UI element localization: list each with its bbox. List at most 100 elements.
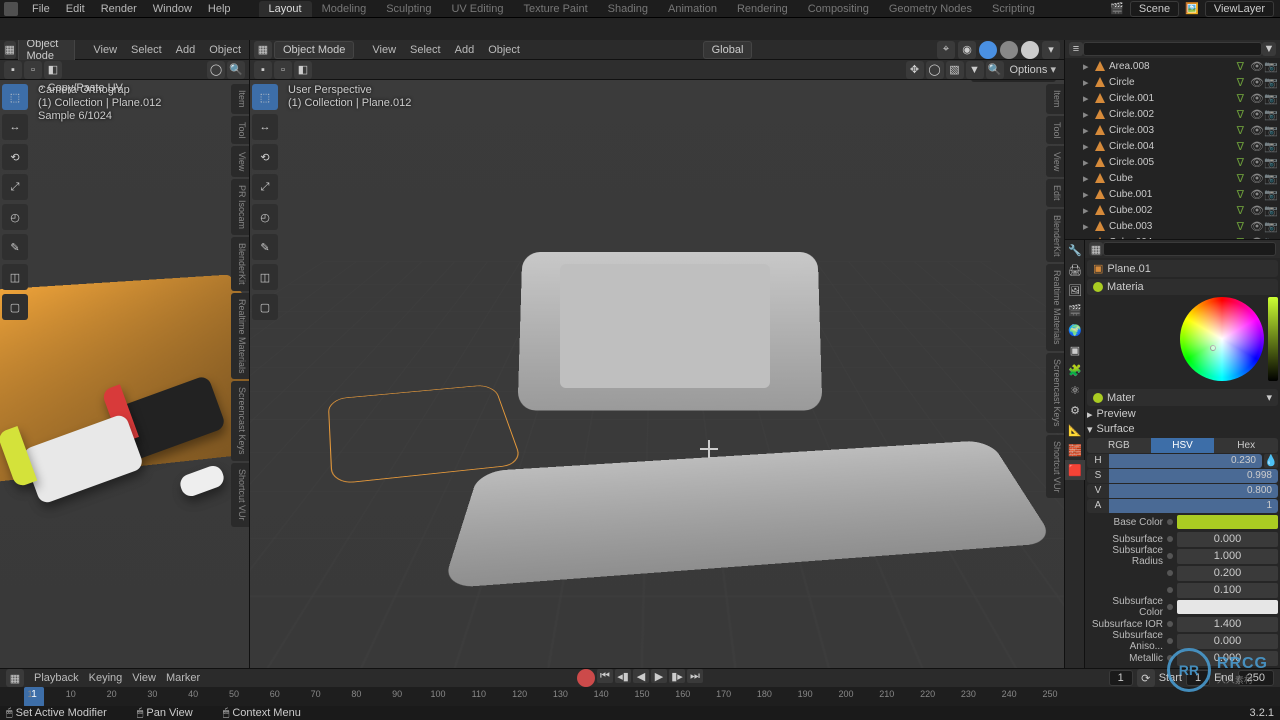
tool-button-7[interactable]: ▢ [252, 294, 278, 320]
overlay-btn[interactable]: ◯ [207, 61, 225, 79]
menu-file[interactable]: File [24, 3, 58, 15]
eye-icon[interactable]: 👁 [1250, 140, 1262, 152]
properties-tab-0[interactable]: 🔧 [1065, 240, 1085, 260]
shading-render-icon[interactable] [1021, 41, 1039, 59]
eye-icon[interactable]: 👁 [1250, 204, 1262, 216]
search-icon[interactable]: 🔍 [986, 61, 1004, 79]
camera-icon[interactable]: 📷 [1264, 92, 1276, 104]
orientation-select[interactable]: Global [703, 41, 753, 59]
options-dropdown[interactable]: Options ▾ [1006, 63, 1061, 76]
prop-row[interactable]: 0.200 [1087, 565, 1278, 581]
color-tab-hsv[interactable]: HSV [1151, 438, 1215, 453]
object-name-chip[interactable]: ▣ Plane.01 [1087, 260, 1278, 277]
n-tab-tool[interactable]: Tool [231, 116, 249, 145]
colorwheel-cursor[interactable] [1210, 345, 1216, 351]
workspace-tab-rendering[interactable]: Rendering [727, 1, 798, 17]
outliner-item[interactable]: ▸Circle.005∇👁📷 [1065, 154, 1280, 170]
n-tab-realtime-materials[interactable]: Realtime Materials [231, 293, 249, 380]
properties-tab-5[interactable]: ▣ [1065, 340, 1085, 360]
workspace-tab-compositing[interactable]: Compositing [798, 1, 879, 17]
timeline-menu-playback[interactable]: Playback [30, 672, 83, 684]
tool-button-5[interactable]: ✎ [2, 234, 28, 260]
camera-icon[interactable]: 📷 [1264, 140, 1276, 152]
surface-section[interactable]: Surface [1097, 423, 1135, 436]
outliner-item[interactable]: ▸Circle.004∇👁📷 [1065, 138, 1280, 154]
prop-row[interactable]: Base Color [1087, 514, 1278, 530]
prop-row[interactable]: Metallic0.000 [1087, 650, 1278, 666]
preview-section[interactable]: Preview [1097, 408, 1136, 421]
shading-dropdown-icon[interactable]: ▾ [1042, 41, 1060, 59]
timeline-ruler[interactable]: 1 11020304050607080901001101201301401501… [0, 687, 1280, 707]
menu-window[interactable]: Window [145, 3, 200, 15]
tool-button-7[interactable]: ▢ [2, 294, 28, 320]
color-tab-hex[interactable]: Hex [1214, 438, 1278, 453]
outliner-item[interactable]: ▸Cube∇👁📷 [1065, 170, 1280, 186]
editor-type-icon[interactable]: ▦ [254, 41, 272, 59]
xray-icon[interactable]: ▧ [946, 61, 964, 79]
play-reverse-button[interactable]: ◀ [633, 669, 649, 683]
tool-button-5[interactable]: ✎ [252, 234, 278, 260]
outliner-editor-icon[interactable]: ≡ [1069, 42, 1083, 56]
sel-mode-2[interactable]: ▫ [24, 61, 42, 79]
play-button[interactable]: ▶ [651, 669, 667, 683]
workspace-tab-shading[interactable]: Shading [598, 1, 658, 17]
frame-lock-icon[interactable]: ⟳ [1137, 669, 1155, 687]
tool-button-1[interactable]: ↔ [2, 114, 28, 140]
properties-tab-11[interactable]: 🟥 [1065, 460, 1085, 480]
workspace-tab-texture-paint[interactable]: Texture Paint [513, 1, 597, 17]
n-tab-tool[interactable]: Tool [1046, 116, 1064, 145]
n-tab-blenderkit[interactable]: BlenderKit [1046, 209, 1064, 263]
n-tab-view[interactable]: View [1046, 146, 1064, 177]
filter-icon[interactable]: ▼ [966, 61, 984, 79]
n-tab-item[interactable]: Item [231, 84, 249, 114]
n-tab-view[interactable]: View [231, 146, 249, 177]
outliner-item[interactable]: ▸Cube.003∇👁📷 [1065, 218, 1280, 234]
tool-button-6[interactable]: ◫ [252, 264, 278, 290]
eye-icon[interactable]: 👁 [1250, 92, 1262, 104]
eye-icon[interactable]: 👁 [1250, 172, 1262, 184]
outliner-item[interactable]: ▸Circle.002∇👁📷 [1065, 106, 1280, 122]
sel-mode-1[interactable]: ▪ [254, 61, 272, 79]
viewport-menu-object[interactable]: Object [205, 44, 245, 56]
timeline-menu-view[interactable]: View [128, 672, 160, 684]
viewport-center[interactable]: ▦ Object Mode ViewSelectAddObject Global… [250, 40, 1065, 668]
props-search[interactable] [1103, 242, 1276, 256]
autokey-button[interactable] [577, 669, 595, 687]
workspace-tab-modeling[interactable]: Modeling [312, 1, 377, 17]
eye-icon[interactable]: 👁 [1250, 188, 1262, 200]
color-picker[interactable] [1087, 297, 1278, 387]
tool-button-2[interactable]: ⟲ [252, 144, 278, 170]
menu-render[interactable]: Render [93, 3, 145, 15]
tool-button-1[interactable]: ↔ [252, 114, 278, 140]
n-tab-realtime-materials[interactable]: Realtime Materials [1046, 264, 1064, 351]
scene-field[interactable]: Scene [1130, 1, 1179, 17]
editor-type-icon[interactable]: ▦ [4, 41, 16, 59]
tool-button-4[interactable]: ◴ [252, 204, 278, 230]
workspace-tab-layout[interactable]: Layout [259, 1, 312, 17]
camera-icon[interactable]: 📷 [1264, 204, 1276, 216]
keyframe-next-button[interactable]: ▮▸ [669, 669, 685, 683]
n-tab-shortcut-vur[interactable]: Shortcut VUr [231, 463, 249, 527]
sel-mode-1[interactable]: ▪ [4, 61, 22, 79]
tool-button-3[interactable]: ⤢ [2, 174, 28, 200]
jump-end-button[interactable]: ⏭ [687, 669, 703, 683]
overlay-icon[interactable]: ◯ [926, 61, 944, 79]
menu-edit[interactable]: Edit [58, 3, 93, 15]
outliner-item[interactable]: ▸Circle∇👁📷 [1065, 74, 1280, 90]
eye-icon[interactable]: 👁 [1250, 76, 1262, 88]
outliner-item[interactable]: ▸Circle.001∇👁📷 [1065, 90, 1280, 106]
sel-mode-3[interactable]: ◧ [44, 61, 62, 79]
menu-help[interactable]: Help [200, 3, 239, 15]
workspace-tab-animation[interactable]: Animation [658, 1, 727, 17]
jump-start-button[interactable]: ⏮ [597, 669, 613, 683]
outliner-item[interactable]: ▸Cube.002∇👁📷 [1065, 202, 1280, 218]
eyedropper-icon[interactable]: 💧 [1264, 454, 1278, 468]
workspace-tab-geometry-nodes[interactable]: Geometry Nodes [879, 1, 982, 17]
eye-icon[interactable]: 👁 [1250, 60, 1262, 72]
proportional-icon[interactable]: ◉ [958, 41, 976, 59]
sel-mode-2[interactable]: ▫ [274, 61, 292, 79]
mode-select-center[interactable]: Object Mode [274, 41, 354, 59]
viewlayer-field[interactable]: ViewLayer [1205, 1, 1274, 17]
properties-tab-2[interactable]: 🖼 [1065, 280, 1085, 300]
timeline-editor-icon[interactable]: ▦ [6, 669, 24, 687]
